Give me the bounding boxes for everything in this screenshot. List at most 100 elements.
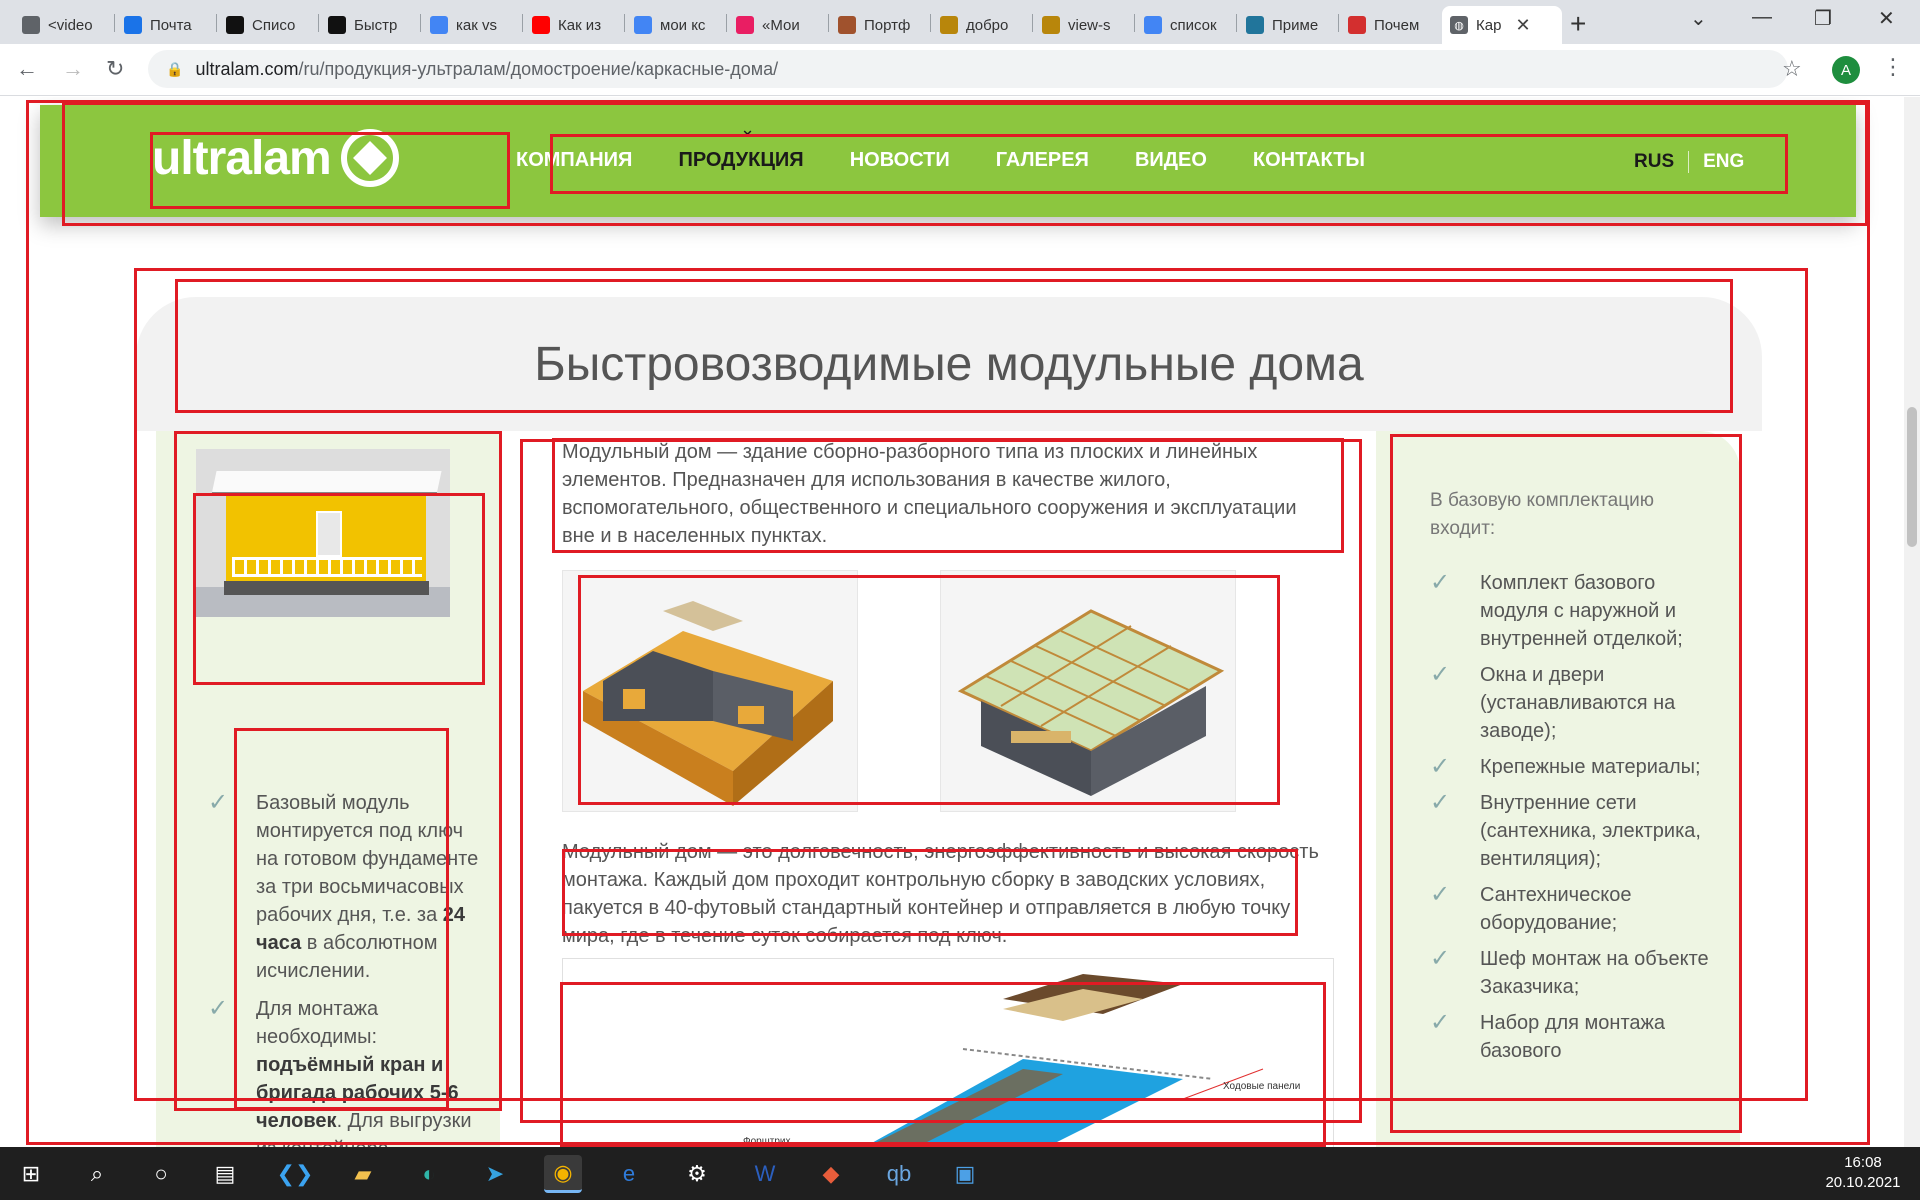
package-item: ✓ Крепежные материалы; — [1430, 753, 1720, 781]
z-icon — [736, 16, 754, 34]
close-window-icon[interactable]: ✕ — [1878, 6, 1895, 31]
photos-icon[interactable]: ▣ — [946, 1155, 984, 1193]
nav-item[interactable]: Галерея — [996, 149, 1089, 172]
word-icon[interactable]: W — [746, 1155, 784, 1193]
lock-icon: 🔒 — [166, 60, 184, 77]
clock-date: 20.10.2021 — [1825, 1174, 1901, 1191]
package-item: ✓ Комплект базового модуля с наружной и в… — [1430, 569, 1720, 653]
tab-separator — [930, 14, 931, 32]
right-sidebar: В базовую комплектацию входит: ✓ Комплект… — [1376, 431, 1740, 1147]
browser-tab[interactable]: Почем — [1340, 6, 1438, 44]
tab-search-chevron-icon[interactable]: ⌄ — [1690, 6, 1707, 31]
diagram-label-panels: Ходовые панели — [1223, 1081, 1300, 1092]
chrome-icon[interactable]: ◉ — [544, 1155, 582, 1193]
task-view-icon[interactable]: ▤ — [206, 1155, 244, 1193]
lang-ru-link[interactable]: RUS — [1634, 151, 1690, 173]
qbittorrent-icon[interactable]: qb — [880, 1155, 918, 1193]
system-clock[interactable]: 16:08 20.10.2021 — [1818, 1153, 1908, 1193]
nav-item[interactable]: Продукция — [678, 149, 803, 172]
package-item-text: Сантехническое оборудование; — [1480, 884, 1632, 934]
nav-item[interactable]: Видео — [1135, 149, 1207, 172]
browser-tab[interactable]: Быстр — [320, 6, 418, 44]
close-tab-icon[interactable]: ✕ — [1515, 15, 1530, 36]
vscode-icon[interactable]: ❮❯ — [276, 1155, 314, 1193]
menu-kebab-icon[interactable]: ⋮ — [1882, 54, 1904, 80]
mail-icon — [124, 16, 142, 34]
package-item-text: Набор для монтажа базового — [1480, 1012, 1666, 1062]
forward-icon[interactable]: → — [62, 56, 84, 82]
checkmark-icon: ✓ — [1430, 569, 1451, 596]
checkmark-icon: ✓ — [1430, 661, 1451, 688]
browser-tab[interactable]: мои кс — [626, 6, 724, 44]
feature-item: ✓ Базовый модуль монтируется под ключ на … — [208, 789, 488, 985]
tab-label: мои кс — [660, 16, 706, 34]
package-item: ✓ Окна и двери (устанавливаются на заводе… — [1430, 661, 1720, 745]
search-icon[interactable]: ⌕ — [78, 1155, 116, 1193]
internet-explorer-icon[interactable]: e — [610, 1155, 648, 1193]
triangle-icon — [940, 16, 958, 34]
lang-en-link[interactable]: ENG — [1689, 151, 1744, 173]
grid-icon — [1348, 16, 1366, 34]
tab-label: <video — [48, 16, 93, 34]
main-nav: Компания Продукция Новости Галерея Видео Конт… — [516, 149, 1365, 172]
chat-icon — [22, 16, 40, 34]
browser-tab[interactable]: Почта — [116, 6, 214, 44]
new-tab-button[interactable]: + — [1570, 8, 1586, 40]
browser-tab[interactable]: как vs — [422, 6, 520, 44]
browser-tab-active[interactable]: ◍ Кар ✕ — [1442, 6, 1562, 44]
cortana-icon[interactable]: ○ — [142, 1155, 180, 1193]
reload-icon[interactable]: ↻ — [106, 56, 124, 82]
nav-item[interactable]: Контакты — [1253, 149, 1365, 172]
tab-separator — [726, 14, 727, 32]
tab-separator — [1032, 14, 1033, 32]
main-content: Модульный дом — здание сборно-разборного… — [562, 438, 1334, 1147]
site-logo[interactable]: ultralam — [152, 129, 399, 187]
site-header: ultralam ⌄ Компания Продукция Новости Галер… — [40, 105, 1856, 217]
frame-module-image[interactable] — [562, 570, 858, 812]
google-icon — [430, 16, 448, 34]
browser-tab[interactable]: <video — [14, 6, 112, 44]
minimize-icon[interactable]: — — [1752, 6, 1772, 29]
logo-text: ultralam — [152, 131, 332, 185]
triangle-icon — [1042, 16, 1060, 34]
checkmark-icon: ✓ — [1430, 789, 1451, 816]
edge-icon[interactable]: ◐ — [410, 1155, 448, 1193]
nav-item[interactable]: Новости — [850, 149, 950, 172]
tab-separator — [828, 14, 829, 32]
telegram-icon[interactable]: ➤ — [476, 1155, 514, 1193]
feature-item: ✓ Для монтажа необходимы: подъёмный кран … — [208, 995, 488, 1147]
browser-tab[interactable]: «Мои — [728, 6, 826, 44]
package-item-text: Комплект базового модуля с наружной и вн… — [1480, 572, 1683, 650]
page-scrollbar[interactable] — [1904, 97, 1920, 1147]
scrollbar-thumb[interactable] — [1907, 407, 1917, 547]
address-bar[interactable]: 🔒 ultralam.com /ru/продукция-ультралам/д… — [148, 50, 1788, 88]
roof-frame-image[interactable] — [940, 570, 1236, 812]
tab-label: Списо — [252, 16, 296, 34]
url-path: /ru/продукция-ультралам/домостроение/кар… — [298, 58, 779, 79]
google-icon — [1144, 16, 1162, 34]
tab-label: добро — [966, 16, 1009, 34]
module-house-photo[interactable] — [196, 449, 450, 617]
tab-separator — [420, 14, 421, 32]
browser-tab[interactable]: Приме — [1238, 6, 1336, 44]
browser-tab[interactable]: список — [1136, 6, 1234, 44]
browser-tab[interactable]: Списо — [218, 6, 316, 44]
file-explorer-icon[interactable]: ▰ — [344, 1155, 382, 1193]
back-icon[interactable]: ← — [16, 56, 38, 82]
git-icon[interactable]: ◆ — [812, 1155, 850, 1193]
browser-tab[interactable]: добро — [932, 6, 1030, 44]
assembly-diagram[interactable]: Ходовые панели Форштрих — [562, 958, 1334, 1147]
bookmark-star-icon[interactable]: ☆ — [1782, 56, 1802, 82]
second-paragraph: Модульный дом — это долговечность, энерг… — [562, 841, 1319, 947]
checkmark-icon: ✓ — [208, 789, 229, 816]
settings-gear-icon[interactable]: ⚙ — [678, 1155, 716, 1193]
browser-tab[interactable]: Портф — [830, 6, 928, 44]
package-item-text: Окна и двери (устанавливаются на заводе)… — [1480, 664, 1676, 742]
maximize-icon[interactable]: ❐ — [1814, 6, 1832, 31]
browser-tab[interactable]: Как из — [524, 6, 622, 44]
title-panel: Быстровозводимые модульные дома — [136, 297, 1762, 431]
browser-tab[interactable]: view-s — [1034, 6, 1132, 44]
profile-avatar[interactable]: A — [1832, 56, 1860, 84]
windows-start-icon[interactable]: ⊞ — [12, 1155, 50, 1193]
nav-item[interactable]: Компания — [516, 149, 632, 172]
